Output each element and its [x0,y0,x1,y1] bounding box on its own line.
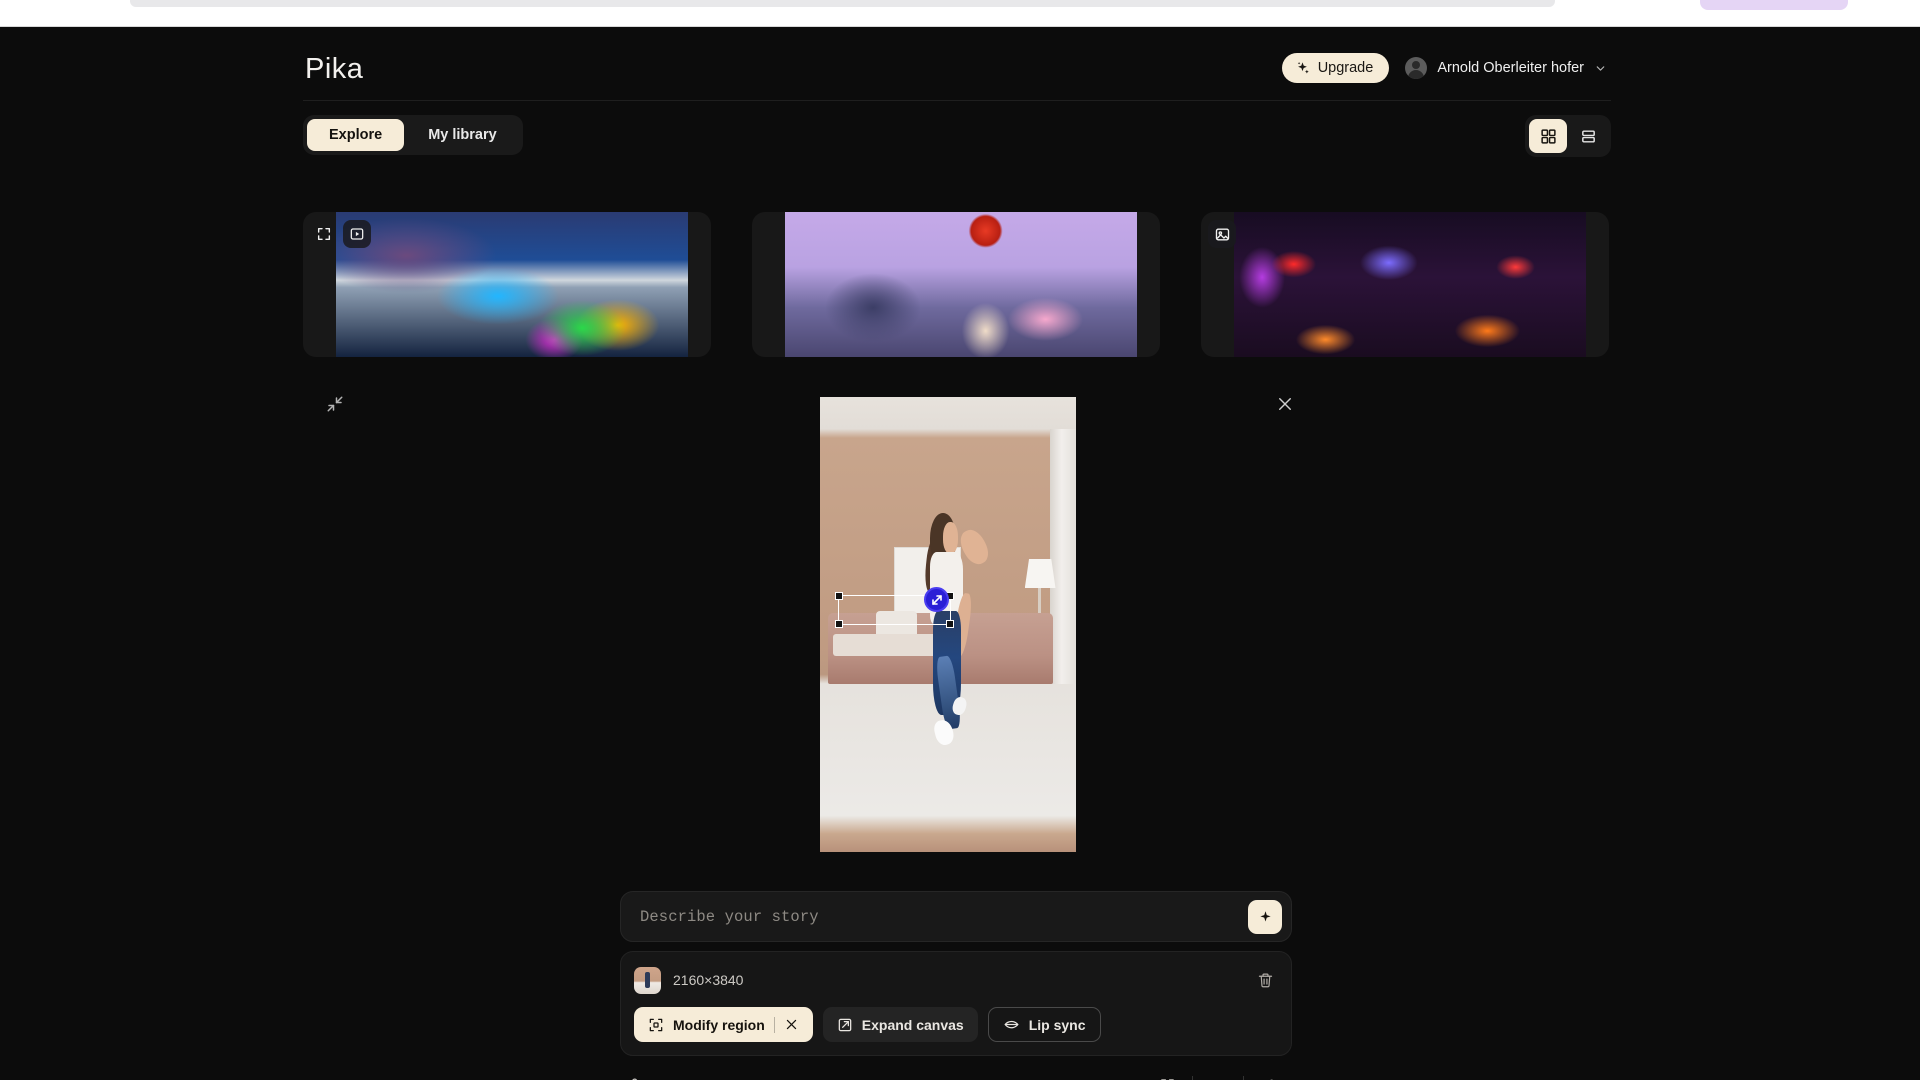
app-window: Pika Upgrade Arnold Oberleiter hofer Exp… [0,27,1920,1080]
chip-lip-sync[interactable]: Lip sync [987,1007,1101,1042]
mode-chip-row: Modify region Expand canvas Lip sync [634,1007,1278,1042]
list-view-icon [1580,128,1597,145]
browser-extension-chip [1700,0,1848,10]
collapse-icon [326,395,344,413]
grid-view-icon [1540,128,1557,145]
attachment-row: 2160×3840 [634,963,1278,997]
paperclip-icon [624,1077,641,1080]
canvas-stage[interactable] [820,397,1076,852]
collapse-viewer-button[interactable] [322,391,348,417]
settings-sliders-icon [1261,1077,1278,1080]
attachment-name: 2160×3840 [673,972,744,988]
attachment-panel: 2160×3840 Modify region Expand canvas Li… [620,951,1292,1056]
image-icon [1208,220,1236,248]
attach-media-button[interactable]: Image or video [624,1077,744,1080]
close-icon [1276,395,1294,413]
thumbnail-artwork [1234,212,1586,357]
expand-fullscreen-icon[interactable] [310,220,338,248]
trash-icon [1257,972,1274,989]
tool-divider [1192,1075,1193,1080]
explore-thumbnail-2[interactable] [752,212,1160,357]
browser-chrome-strip [0,0,1920,27]
sparkle-icon [1295,61,1310,76]
thumbnail-artwork [785,212,1137,357]
chip-modify-region[interactable]: Modify region [634,1007,813,1042]
prompt-bar [620,891,1292,942]
tab-row: Explore My library [303,115,1611,161]
composer: 2160×3840 [620,891,1292,1080]
close-viewer-button[interactable] [1272,391,1298,417]
aspect-ratio-icon [1159,1077,1176,1080]
lips-icon [1003,1016,1020,1033]
chip-expand-canvas[interactable]: Expand canvas [822,1007,978,1042]
selection-handle-bottom-left[interactable] [835,620,843,628]
view-toggle-group [1525,115,1611,157]
app-header: Pika Upgrade Arnold Oberleiter hofer [303,39,1611,101]
composer-bottom-bar: Image or video [620,1070,1292,1080]
chip-divider [773,1016,775,1033]
header-actions: Upgrade Arnold Oberleiter hofer [1281,53,1611,83]
selection-handle-bottom-right[interactable] [946,620,954,628]
image-thumbnail [634,966,661,994]
chip-label: Expand canvas [861,1016,964,1033]
modify-region-icon [648,1017,664,1033]
avatar [1405,57,1428,79]
settings-button[interactable] [1250,1070,1288,1080]
screen-root: Pika Upgrade Arnold Oberleiter hofer Exp… [0,0,1920,1080]
user-name: Arnold Oberleiter hofer [1437,60,1584,76]
generate-button[interactable] [1248,900,1282,934]
explore-thumbnail-3[interactable] [1201,212,1609,357]
tab-my-library[interactable]: My library [406,119,519,151]
chip-label: Lip sync [1028,1016,1086,1033]
content-container: Pika Upgrade Arnold Oberleiter hofer Exp… [303,27,1611,1080]
resize-diagonal-cursor [924,587,949,612]
upgrade-button[interactable]: Upgrade [1281,53,1390,83]
explore-thumbnail-row [303,212,1611,357]
grid-view-button[interactable] [1529,119,1567,153]
thumbnail-artwork [336,212,688,357]
video-camera-icon [1209,1076,1227,1080]
browser-tab-strip [130,0,1555,7]
video-icon [343,220,371,248]
prompt-input[interactable] [621,907,1291,926]
explore-thumbnail-1[interactable] [303,212,711,357]
chevron-down-icon [1594,62,1607,75]
list-view-button[interactable] [1569,119,1607,153]
video-settings-button[interactable] [1199,1070,1237,1080]
sparkle-icon [1258,910,1273,925]
composer-tools [1148,1070,1288,1080]
tab-group: Explore My library [303,115,523,155]
expand-canvas-icon [837,1017,853,1033]
aspect-ratio-button[interactable] [1148,1070,1186,1080]
close-icon[interactable] [784,1017,799,1032]
user-menu[interactable]: Arnold Oberleiter hofer [1403,53,1611,83]
delete-attachment-button[interactable] [1252,967,1278,993]
brand-logo[interactable]: Pika [305,53,363,86]
tab-explore[interactable]: Explore [307,119,405,151]
chip-label: Modify region [673,1016,765,1033]
selection-handle-top-left[interactable] [835,592,843,600]
tool-divider [1243,1075,1244,1080]
upgrade-label: Upgrade [1317,60,1374,76]
